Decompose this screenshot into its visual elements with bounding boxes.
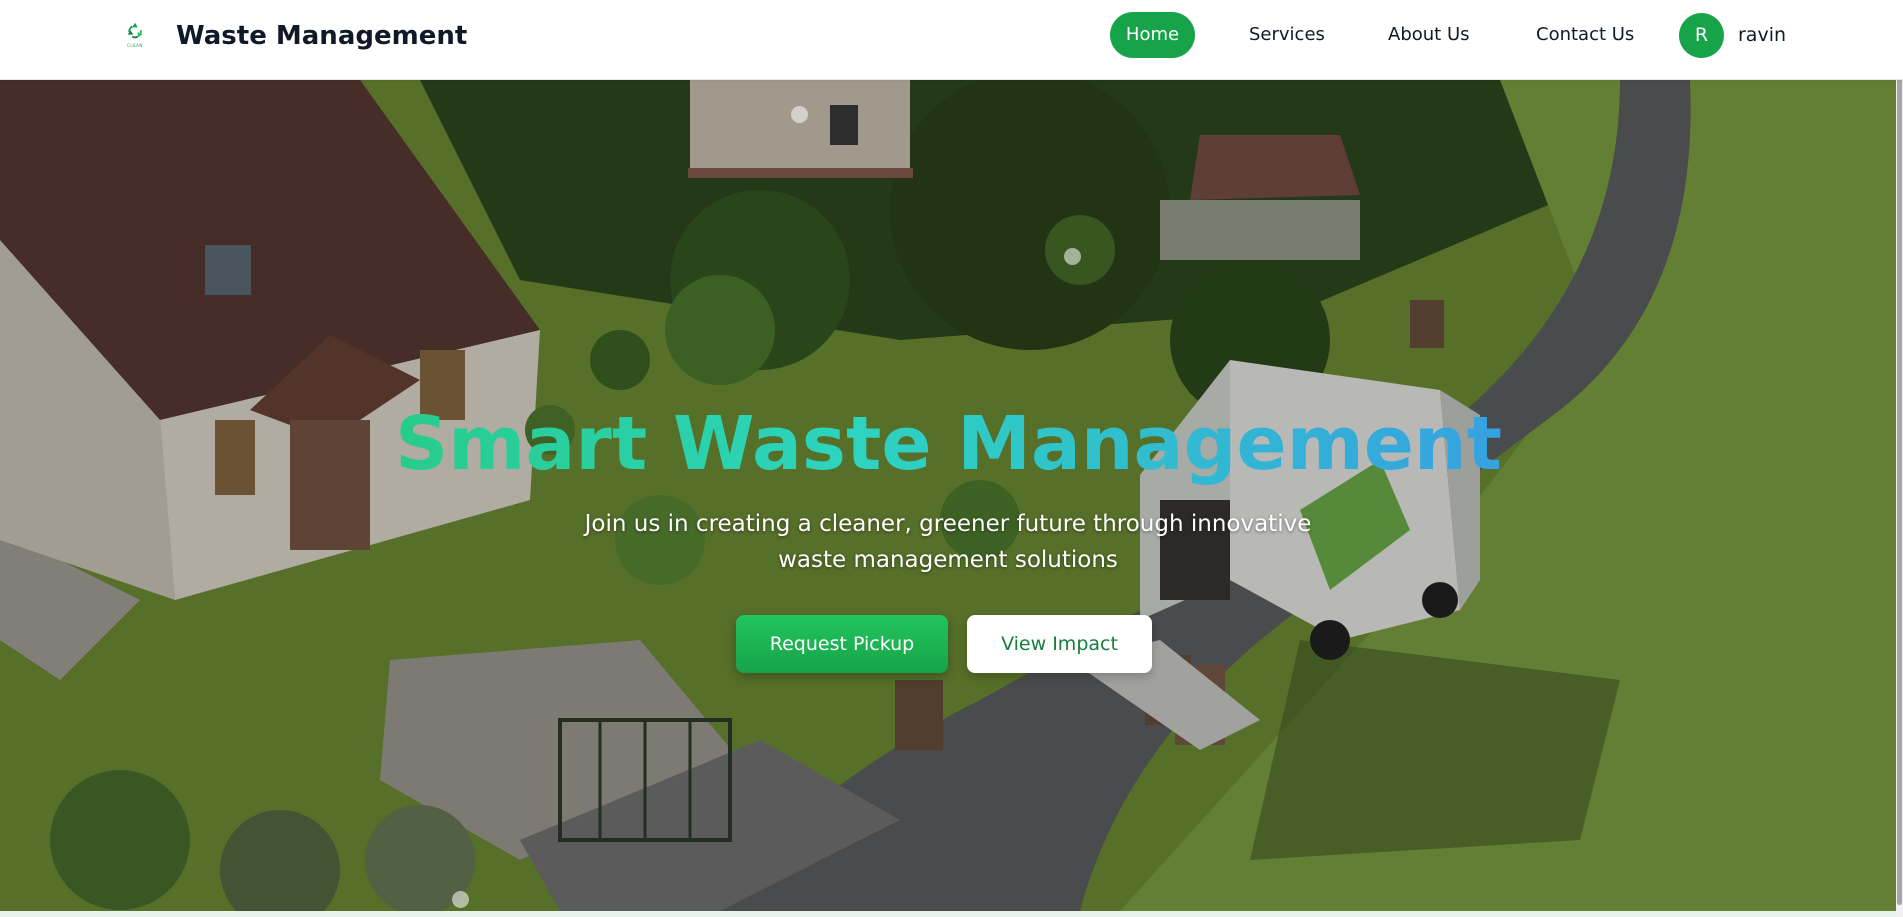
user-name[interactable]: ravin: [1738, 12, 1786, 58]
decorative-bubble: [1064, 248, 1081, 265]
view-impact-button[interactable]: View Impact: [967, 615, 1152, 673]
hero-section: Smart Waste Management Join us in creati…: [0, 80, 1897, 911]
hero-title: Smart Waste Management: [0, 396, 1897, 492]
nav-contact-us[interactable]: Contact Us: [1536, 12, 1634, 58]
hero-subtitle: Join us in creating a cleaner, greener f…: [584, 511, 1312, 573]
logo[interactable]: CLEAN: [122, 20, 148, 50]
user-avatar[interactable]: R: [1679, 13, 1724, 58]
decorative-bubble: [791, 106, 808, 123]
nav-about-us[interactable]: About Us: [1388, 12, 1470, 58]
hero-overlay: [0, 80, 1897, 911]
scrollbar-thumb[interactable]: [1897, 0, 1902, 905]
page-scrollbar[interactable]: [1896, 0, 1903, 917]
request-pickup-button[interactable]: Request Pickup: [736, 615, 948, 673]
decorative-bubble: [452, 891, 469, 908]
nav-home[interactable]: Home: [1110, 12, 1195, 58]
recycle-icon: [127, 22, 143, 39]
site-title[interactable]: Waste Management: [176, 20, 467, 52]
site-header: CLEAN Waste Management Home Services Abo…: [0, 0, 1903, 80]
logo-caption: CLEAN: [127, 43, 143, 48]
nav-services[interactable]: Services: [1249, 12, 1325, 58]
next-section-edge: [0, 911, 1896, 917]
